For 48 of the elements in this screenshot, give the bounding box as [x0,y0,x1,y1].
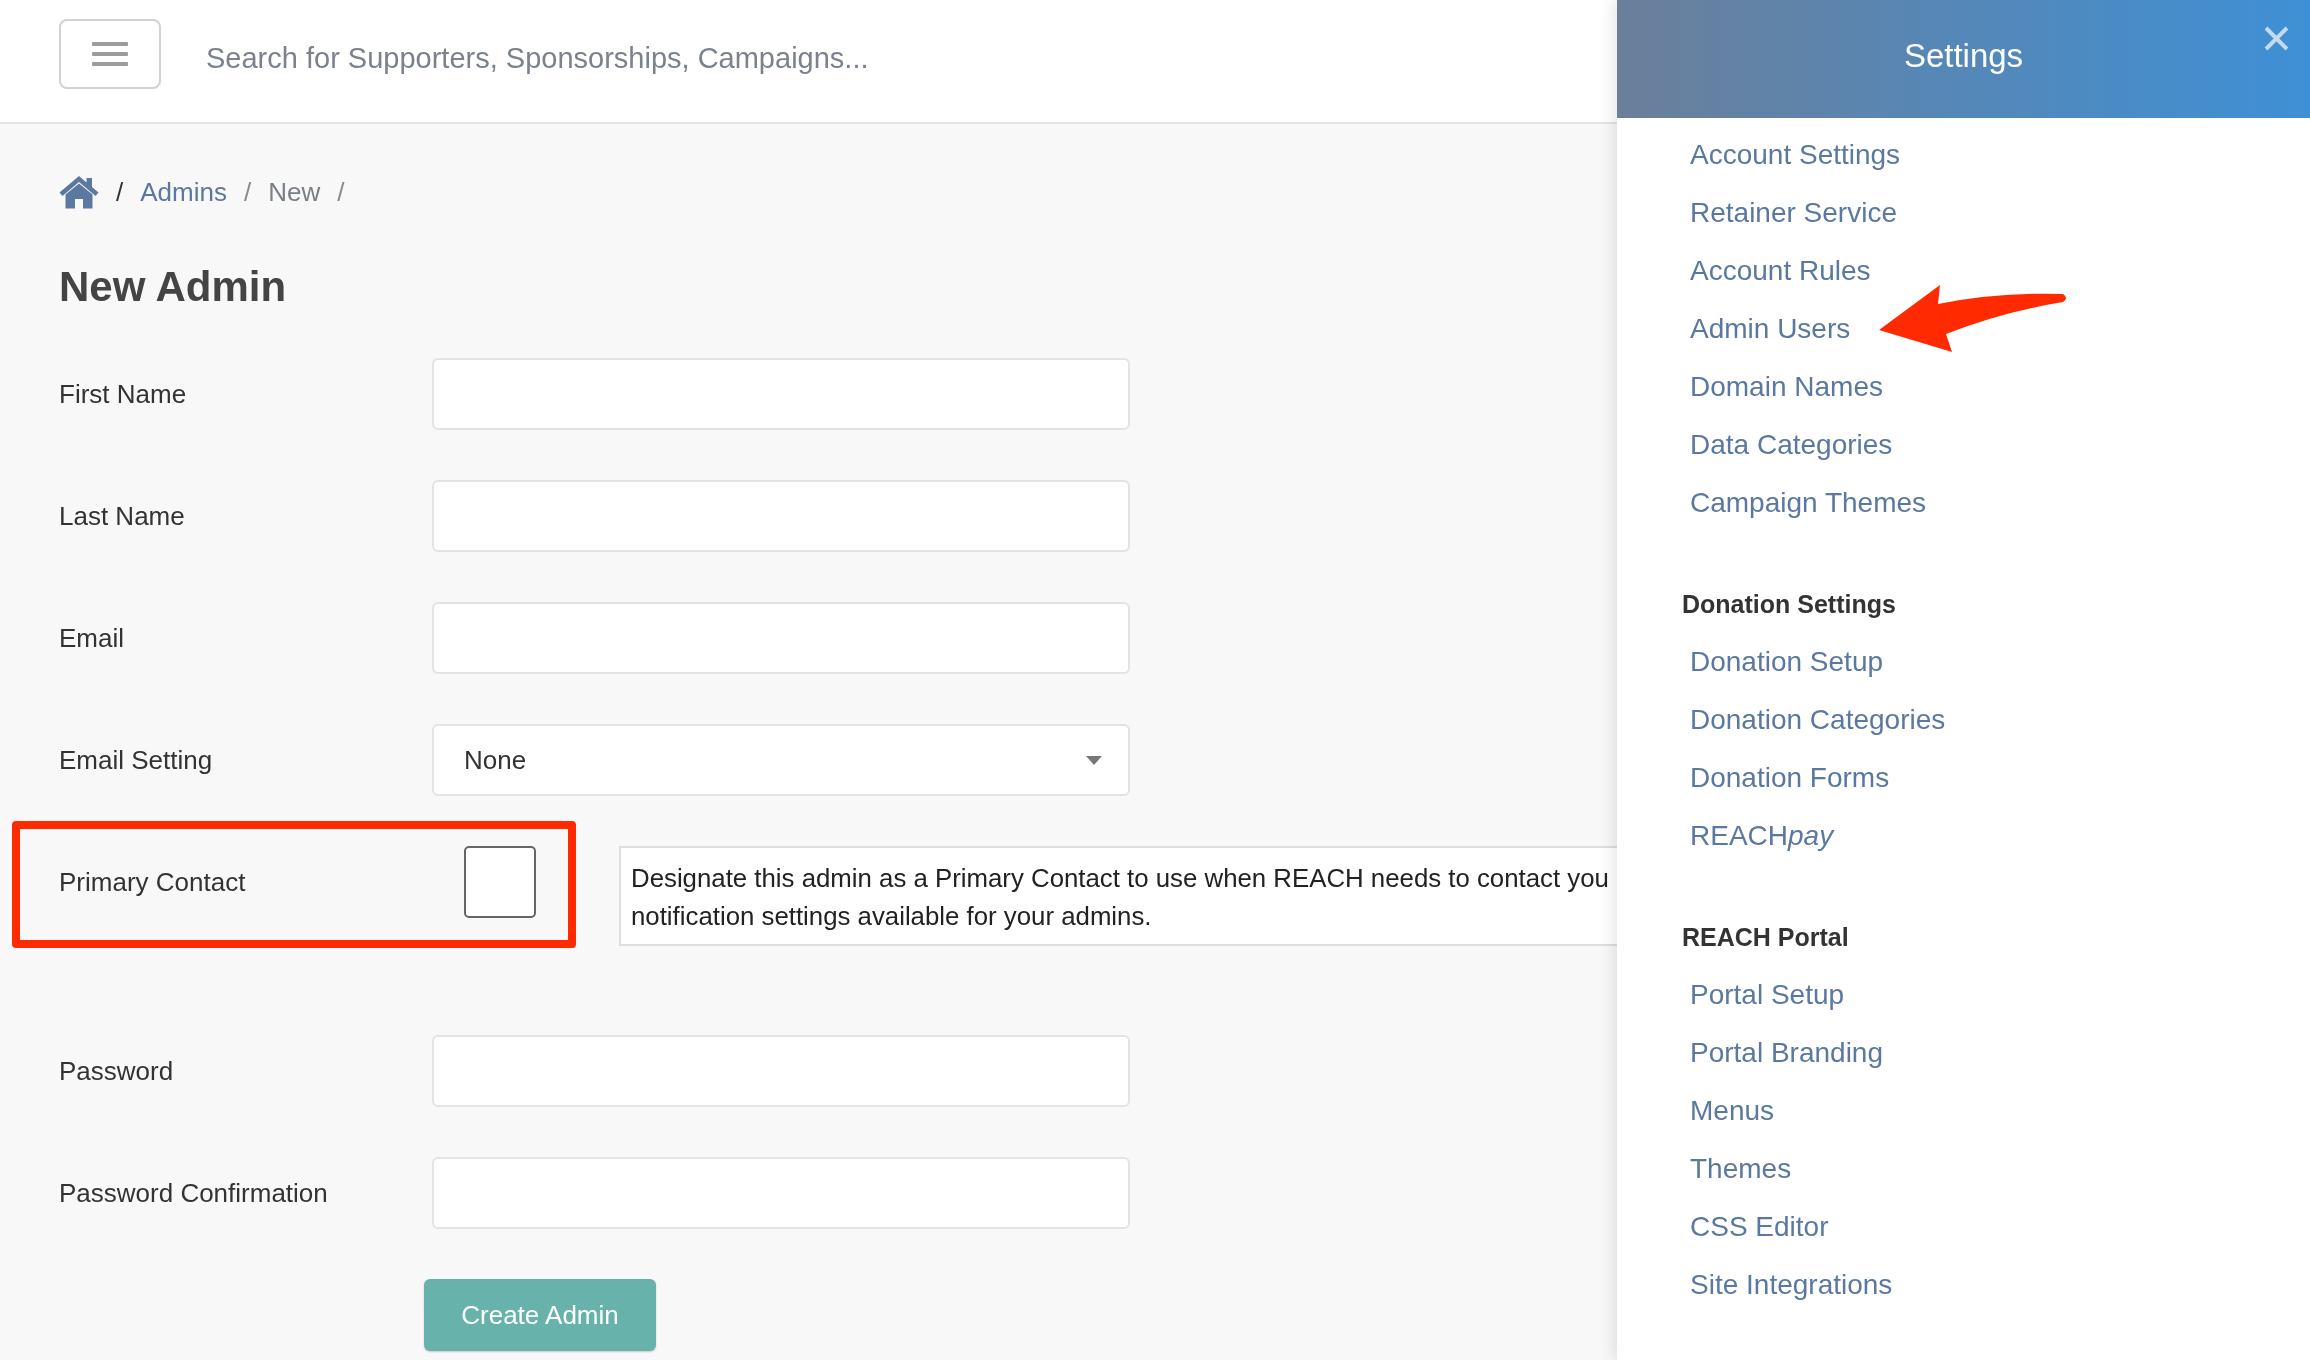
section-heading: Donation Settings [1682,589,1896,620]
settings-link[interactable]: Donation Forms [1690,749,1890,807]
settings-link[interactable]: Portal Branding [1690,1024,1883,1082]
settings-link[interactable]: Site Integrations [1690,1256,1893,1314]
text-field[interactable] [432,358,1130,430]
text-field[interactable] [432,480,1130,552]
close-icon[interactable] [2264,26,2289,51]
field-label: Password Confirmation [59,1177,328,1209]
dropdown[interactable]: None [432,724,1130,796]
field-label: Email [59,622,124,654]
caret-icon [1086,755,1102,765]
settings-link[interactable]: Campaign Themes [1690,474,1927,532]
breadcrumb-separator: / [243,176,252,208]
settings-link[interactable]: Account Rules [1690,242,1871,300]
text-field[interactable] [432,602,1130,674]
settings-link[interactable]: Data Categories [1690,416,1893,474]
field-label: Email Setting [59,744,213,776]
help-text: Designate this admin as a Primary Contact to use when REACH needs to contact you notification settings available for your admins. [619,846,1617,946]
field-label: First Name [59,378,187,410]
settings-link[interactable]: Menus [1690,1082,1775,1140]
settings-link[interactable]: CSS Editor [1690,1198,1829,1256]
breadcrumb-separator: / [116,176,124,208]
settings-link[interactable]: Themes [1690,1140,1792,1198]
search-field[interactable]: Search for Supporters, Sponsorships, Campaigns... [190,0,1617,122]
field-label: Last Name [59,500,185,532]
settings-link[interactable]: Domain Names [1690,358,1883,416]
settings-link[interactable]: Admin Users [1690,300,1851,358]
checkbox[interactable] [464,846,536,918]
settings-link[interactable]: Portal Setup [1690,966,1845,1024]
menu-button[interactable] [59,19,161,89]
page-title: New Admin [59,262,287,312]
breadcrumb-separator: / [337,176,345,208]
field-label: Password [59,1055,174,1087]
password-field[interactable] [432,1157,1130,1229]
settings-link[interactable]: REACHpay [1690,807,1834,865]
settings-link[interactable]: Donation Setup [1690,633,1884,691]
menu-icon [92,42,128,66]
password-field[interactable] [432,1035,1130,1107]
field-label: Primary Contact [59,866,246,898]
panel-title: Settings [1903,37,2024,76]
settings-link[interactable]: Retainer Service [1690,184,1897,242]
home-icon[interactable] [59,175,99,209]
breadcrumb-link[interactable]: Admins [140,176,227,208]
breadcrumb-current: New [268,176,321,208]
submit-button[interactable]: Create Admin [424,1279,656,1351]
settings-link[interactable]: Account Settings [1690,126,1901,184]
section-heading: REACH Portal [1682,922,1849,953]
settings-link[interactable]: Donation Categories [1690,691,1946,749]
